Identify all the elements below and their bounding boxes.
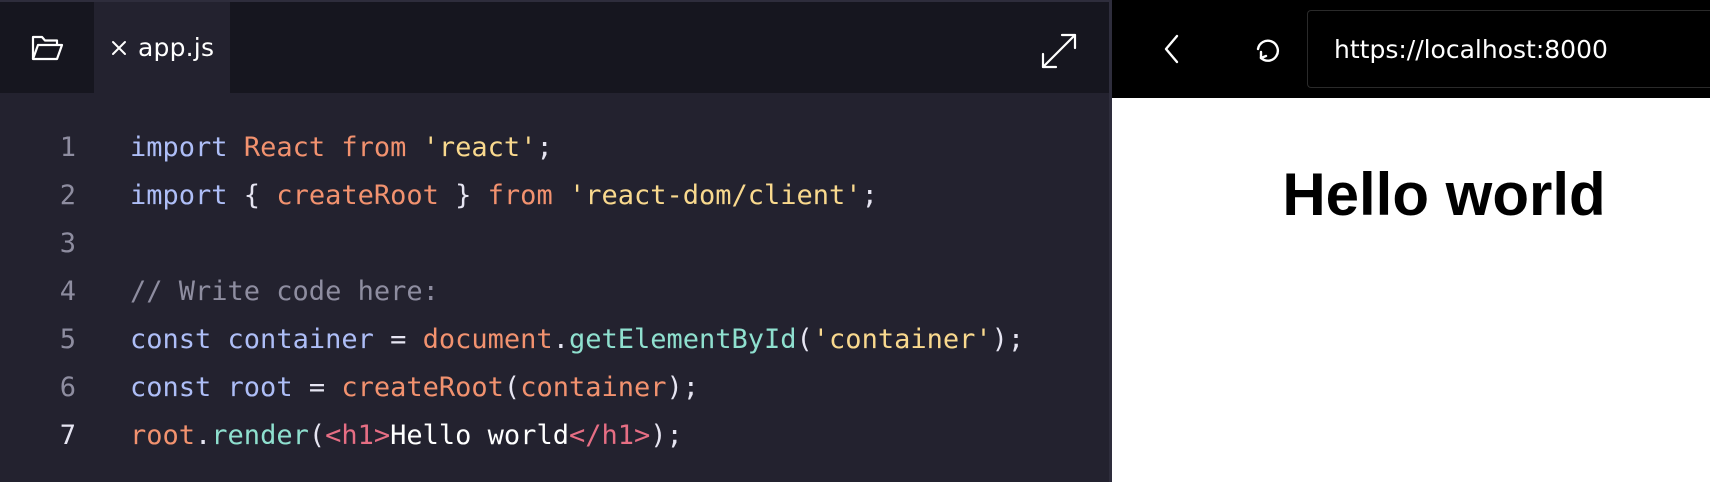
code-token: const (130, 372, 212, 403)
code-line[interactable]: 4 // Write code here: (0, 268, 1109, 316)
code-token: 'react' (422, 132, 537, 163)
line-number: 6 (59, 372, 76, 403)
code-token: const (130, 324, 212, 355)
tab-label: app.js (138, 33, 215, 62)
code-token: = (373, 324, 423, 355)
code-token: ; (861, 180, 878, 211)
code-token: ( (308, 420, 326, 451)
editor-toolbar: app.js (0, 2, 1109, 93)
code-token: container (227, 324, 374, 355)
code-token: ; (536, 132, 553, 163)
chevron-left-icon (1164, 34, 1179, 64)
preview-content: Hello world (1112, 98, 1710, 482)
code-token: ( (503, 372, 521, 403)
code-token: root (227, 372, 293, 403)
code-token: getElementById (568, 324, 797, 355)
code-token: render (211, 420, 309, 451)
code-line[interactable]: 1 import React from 'react'; (0, 124, 1109, 172)
app-root: app.js 1 import React from 'react'; 2 impor… (0, 0, 1710, 482)
code-token: root (130, 420, 196, 451)
code-token: ); (650, 420, 683, 451)
back-button[interactable] (1148, 26, 1196, 72)
code-token: ); (666, 372, 700, 403)
code-token: from (341, 132, 407, 163)
code-text: import { createRoot } from 'react-dom/cl… (130, 172, 878, 220)
browser-preview-pane: https://localhost:8000 Hello world (1112, 0, 1710, 482)
code-token: from (487, 180, 553, 211)
code-token: = (292, 372, 342, 403)
code-token: import (130, 180, 228, 211)
expand-icon (1041, 33, 1077, 69)
code-line[interactable]: 6 const root = createRoot(container); (0, 364, 1109, 412)
code-token: import (130, 132, 228, 163)
file-explorer-button[interactable] (0, 2, 94, 93)
reload-icon (1256, 39, 1280, 62)
code-token: createRoot (276, 180, 439, 211)
code-line[interactable]: 2 import { createRoot } from 'react-dom/c… (0, 172, 1109, 220)
line-number: 3 (59, 228, 76, 259)
expand-editor-button[interactable] (1034, 26, 1084, 76)
folder-open-icon (31, 35, 64, 60)
code-text: const container = document.getElementByI… (130, 316, 1024, 364)
line-number: 2 (59, 180, 76, 211)
code-token: // Write code here: (130, 276, 439, 307)
code-token: ); (991, 324, 1025, 355)
code-line[interactable]: 3 (0, 220, 1109, 268)
code-text: const root = createRoot(container); (130, 364, 699, 412)
code-token: document (422, 324, 553, 355)
code-token: 'container' (812, 324, 992, 355)
code-token: createRoot (341, 372, 504, 403)
code-text: root.render(<h1>Hello world</h1>); (130, 412, 683, 460)
code-token: Hello world (390, 420, 569, 451)
code-text: // Write code here: (130, 268, 439, 316)
code-token: . (552, 324, 569, 355)
code-line[interactable]: 5 const container = document.getElementBy… (0, 316, 1109, 364)
code-token: } (438, 180, 488, 211)
preview-viewport: Hello world (1112, 98, 1710, 482)
preview-heading: Hello world (1282, 161, 1606, 228)
code-token: </h1> (568, 420, 651, 451)
tab-app-js[interactable]: app.js (94, 2, 230, 93)
code-token: 'react-dom/client' (568, 180, 862, 211)
reload-button[interactable] (1244, 26, 1292, 72)
code-text: import React from 'react'; (130, 124, 553, 172)
browser-toolbar: https://localhost:8000 (1112, 0, 1710, 98)
code-editor-pane: app.js 1 import React from 'react'; 2 impor… (0, 0, 1109, 482)
close-icon[interactable] (108, 37, 130, 59)
code-token: React (243, 132, 326, 163)
line-number: 4 (59, 276, 76, 307)
url-bar[interactable]: https://localhost:8000 (1307, 10, 1710, 88)
line-number: 5 (59, 324, 76, 355)
code-token: { (227, 180, 277, 211)
code-token: ( (796, 324, 813, 355)
code-token: . (195, 420, 212, 451)
url-text: https://localhost:8000 (1334, 34, 1608, 64)
line-number: 1 (59, 132, 76, 163)
code-token: <h1> (325, 420, 391, 451)
code-area[interactable]: 1 import React from 'react'; 2 import { cre… (0, 124, 1109, 460)
line-number: 7 (59, 420, 76, 451)
code-token: container (520, 372, 667, 403)
code-line[interactable]: 7 root.render(<h1>Hello world</h1>); (0, 412, 1109, 460)
